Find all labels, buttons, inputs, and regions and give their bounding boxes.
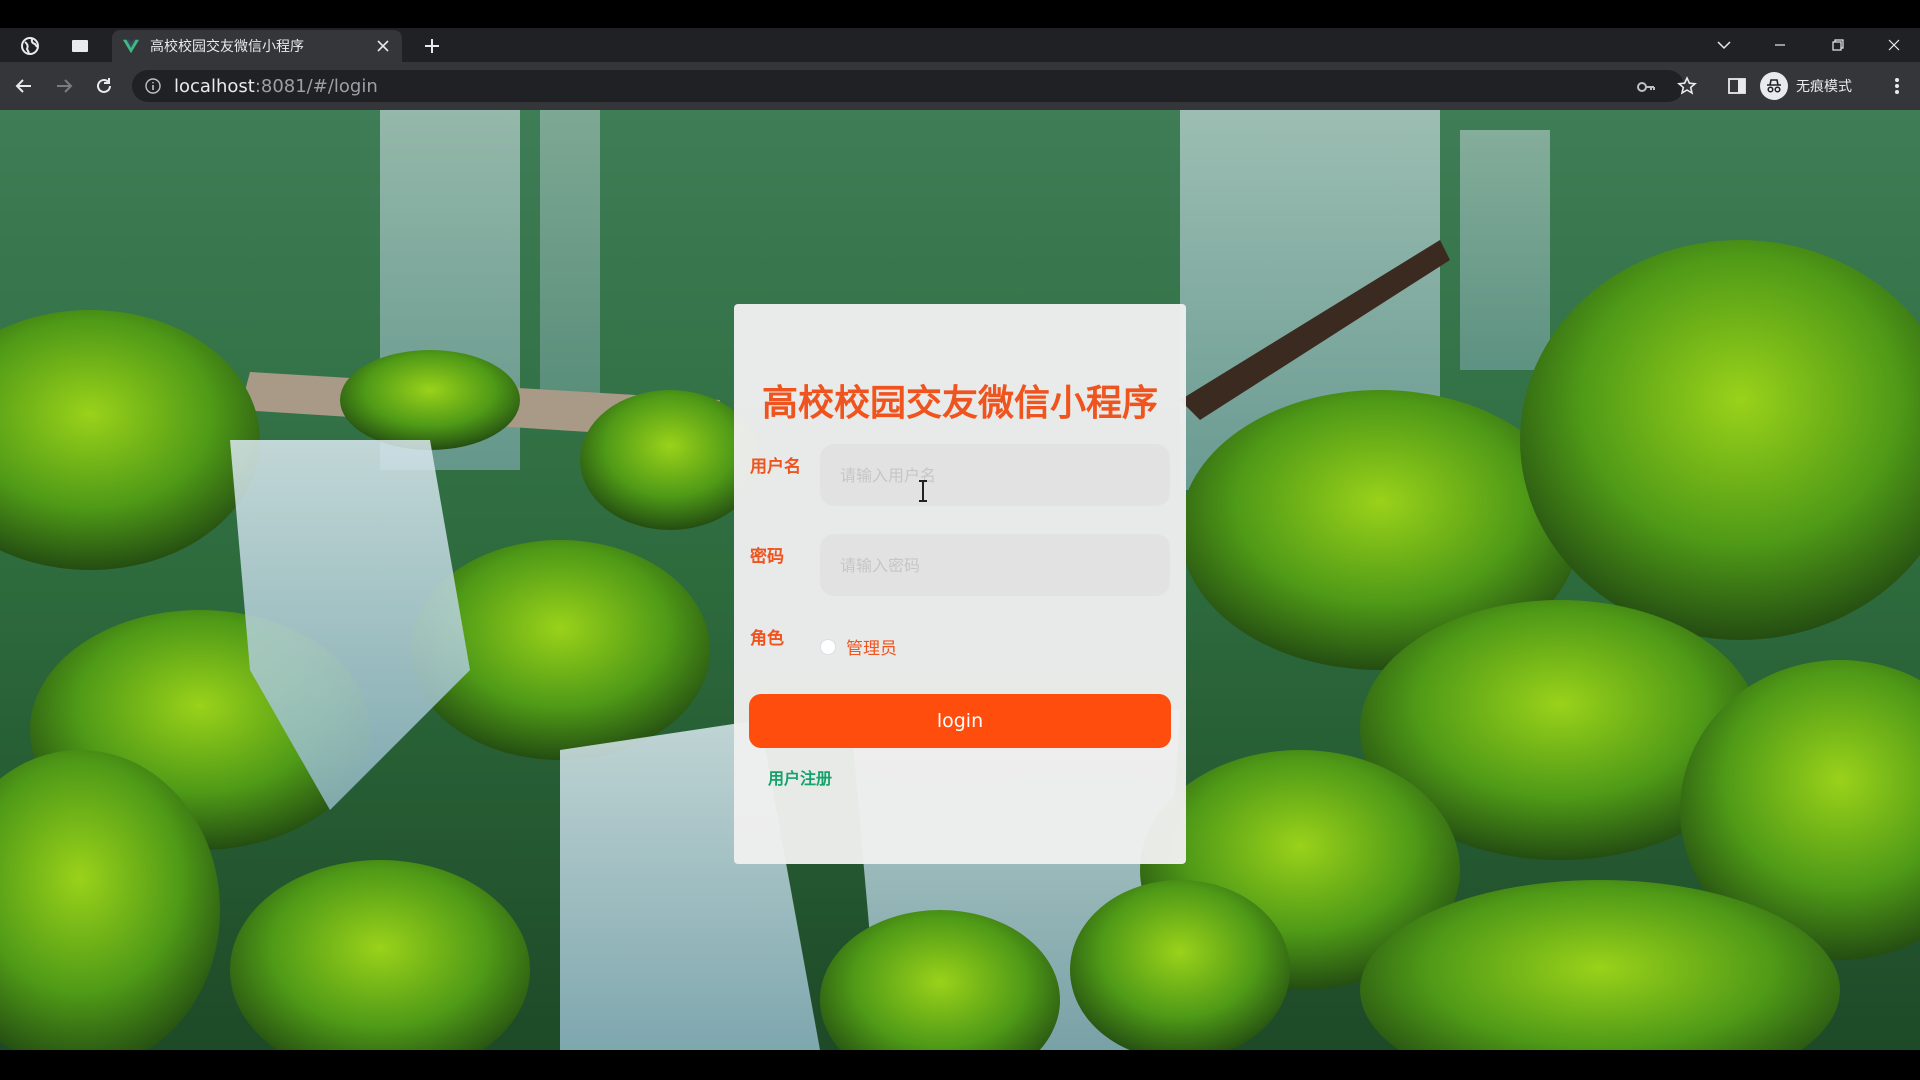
back-icon[interactable]	[12, 74, 36, 98]
vue-favicon-icon	[122, 39, 140, 54]
restore-icon[interactable]	[1820, 32, 1856, 58]
password-key-icon[interactable]	[1636, 77, 1656, 97]
address-bar[interactable]: localhost:8081/#/login	[132, 70, 1684, 102]
role-option-label[interactable]: 管理员	[846, 634, 897, 659]
minimize-icon[interactable]	[1762, 32, 1798, 58]
side-panel-icon[interactable]	[1726, 75, 1748, 97]
tab-search-icon[interactable]	[68, 34, 92, 58]
screen: 高校校园交友微信小程序 localhost:8081/#/login 无痕模式…	[0, 0, 1920, 1080]
username-label: 用户名	[750, 457, 801, 477]
new-tab-icon[interactable]	[420, 34, 444, 58]
register-link[interactable]: 用户注册	[768, 765, 832, 789]
role-radio-admin[interactable]: 管理员	[820, 634, 897, 659]
incognito-icon	[1760, 72, 1788, 100]
globe-icon[interactable]	[18, 34, 42, 58]
radio-circle[interactable]	[820, 638, 836, 655]
tab-title: 高校校园交友微信小程序	[150, 39, 304, 55]
url-host: localhost	[174, 75, 255, 97]
browser-tab-active[interactable]: 高校校园交友微信小程序	[112, 30, 402, 62]
close-window-icon[interactable]	[1876, 32, 1912, 58]
forward-icon[interactable]	[52, 74, 76, 98]
menu-kebab-icon[interactable]	[1886, 75, 1908, 97]
password-label: 密码	[750, 547, 784, 567]
incognito-label: 无痕模式	[1796, 79, 1852, 95]
bookmark-star-icon[interactable]	[1676, 75, 1698, 97]
incognito-indicator[interactable]: 无痕模式	[1760, 71, 1872, 101]
browser-toolbar: localhost:8081/#/login 无痕模式	[0, 62, 1920, 110]
password-input[interactable]	[820, 534, 1170, 596]
tab-strip: 高校校园交友微信小程序	[0, 28, 1920, 62]
login-card: 高校校园交友微信小程序 用户名 密码 角色 管理员 login 用户注册	[734, 304, 1186, 864]
site-info-icon[interactable]	[144, 77, 162, 95]
login-button[interactable]: login	[749, 694, 1171, 748]
page-viewport: 高校校园交友微信小程序 用户名 密码 角色 管理员 login 用户注册	[0, 110, 1920, 1050]
text-cursor-icon	[919, 480, 927, 502]
role-label: 角色	[750, 629, 784, 649]
browser-chrome: 高校校园交友微信小程序 localhost:8081/#/login 无痕模式	[0, 28, 1920, 110]
login-title: 高校校园交友微信小程序	[761, 383, 1158, 424]
tab-list-chevron-icon[interactable]	[1706, 32, 1742, 58]
url-path: :8081/#/login	[254, 75, 378, 97]
username-input[interactable]	[820, 444, 1170, 506]
reload-icon[interactable]	[92, 74, 116, 98]
close-tab-icon[interactable]	[374, 37, 392, 55]
